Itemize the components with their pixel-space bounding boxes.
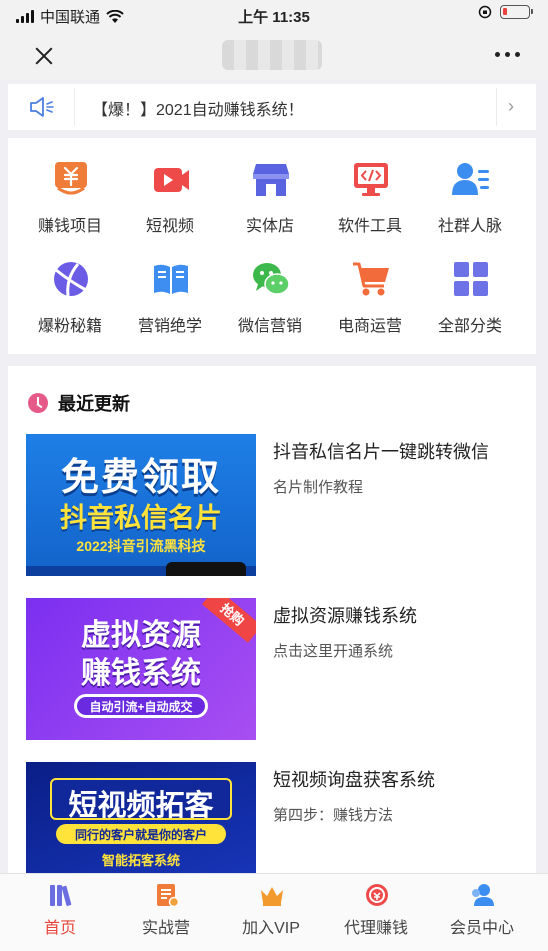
category-wechat-marketing[interactable]: 微信营销	[220, 248, 320, 340]
article-thumbnail: 短视频拓客 同行的客户就是你的客户 智能拓客系统	[26, 762, 256, 876]
article-thumbnail: 免费领取 抖音私信名片 2022抖音引流黑科技	[26, 434, 256, 576]
category-all[interactable]: 全部分类	[420, 248, 520, 340]
chevron-right-icon[interactable]: ›	[508, 96, 514, 117]
article-item[interactable]: 免费领取 抖音私信名片 2022抖音引流黑科技 抖音私信名片一键跳转微信 名片制…	[26, 434, 516, 576]
thumb-text: 抖音私信名片	[60, 503, 222, 533]
page-title-blurred	[222, 40, 322, 70]
book-icon	[154, 264, 188, 294]
category-label: 电商运营	[337, 318, 402, 335]
code-monitor-icon	[354, 163, 388, 196]
article-subtitle: 点击这里开通系统	[273, 643, 394, 660]
bottom-tab-bar: 首页 实战营 加入VIP 代理赚钱 会员中心	[0, 873, 548, 951]
article-thumbnail: 虚拟资源 赚钱系统 自动引流+自动成交 抢购	[26, 598, 256, 740]
battery-icon	[500, 5, 533, 19]
category-earn-money[interactable]: 赚钱项目	[20, 148, 120, 240]
category-physical-store[interactable]: 实体店	[220, 148, 320, 240]
tab-home[interactable]: 首页	[10, 874, 110, 946]
category-ecommerce[interactable]: 电商运营	[320, 248, 420, 340]
status-bar: 中国联通 上午 11:35	[0, 0, 548, 30]
thumb-text: 免费领取	[60, 457, 221, 499]
tab-label: 加入VIP	[242, 920, 300, 937]
wechat-icon	[253, 263, 290, 295]
article-title: 短视频询盘获客系统	[273, 770, 435, 790]
agent-coin-icon	[366, 884, 388, 906]
divider	[74, 88, 75, 126]
category-software-tools[interactable]: 软件工具	[320, 148, 420, 240]
more-options-button[interactable]	[495, 52, 520, 57]
contacts-icon	[452, 163, 489, 195]
recent-updates-section: 最近更新 免费领取 抖音私信名片 2022抖音引流黑科技 抖音私信名片一键跳转微…	[8, 366, 536, 886]
members-icon	[472, 884, 494, 906]
status-time: 上午 11:35	[238, 9, 310, 26]
notice-bar[interactable]: 【爆！】2021自动赚钱系统！ ›	[8, 84, 536, 130]
tab-label: 首页	[43, 920, 76, 937]
category-label: 实体店	[245, 218, 294, 235]
tab-bootcamp[interactable]: 实战营	[116, 874, 216, 946]
tab-member-center[interactable]: 会员中心	[432, 874, 532, 946]
money-bag-icon	[55, 162, 87, 195]
status-right	[478, 5, 533, 19]
category-label: 社群人脉	[437, 218, 502, 235]
section-title: 最近更新	[58, 394, 130, 414]
crown-icon	[261, 887, 283, 906]
category-grid: 赚钱项目 短视频 实体店 软件工具 社群人脉 爆粉秘籍 营销绝学 微信营销 电商…	[8, 138, 536, 354]
article-subtitle: 第四步：赚钱方法	[273, 807, 394, 824]
thumb-text: 智能拓客系统	[101, 853, 180, 868]
section-header: 最近更新	[28, 390, 130, 416]
category-label: 短视频	[145, 218, 194, 235]
video-camera-icon	[154, 168, 189, 192]
category-short-video[interactable]: 短视频	[120, 148, 220, 240]
orientation-lock-icon	[478, 5, 492, 19]
nav-bar	[0, 30, 548, 80]
tab-label: 实战营	[141, 920, 190, 937]
clock-icon	[28, 393, 48, 413]
category-label: 软件工具	[337, 218, 402, 235]
article-item[interactable]: 短视频拓客 同行的客户就是你的客户 智能拓客系统 短视频询盘获客系统 第四步：赚…	[26, 762, 516, 876]
planet-icon	[54, 262, 88, 297]
tab-label: 会员中心	[449, 920, 514, 937]
thumb-text: 赚钱系统	[81, 657, 201, 690]
article-item[interactable]: 虚拟资源 赚钱系统 自动引流+自动成交 抢购 虚拟资源赚钱系统 点击这里开通系统	[26, 598, 516, 740]
shopping-cart-icon	[353, 262, 389, 296]
article-title: 抖音私信名片一键跳转微信	[273, 442, 489, 462]
speaker-icon	[30, 97, 54, 117]
notice-text: 【爆！】2021自动赚钱系统！	[92, 102, 304, 119]
article-title: 虚拟资源赚钱系统	[273, 606, 417, 626]
books-icon	[50, 885, 72, 906]
category-community-network[interactable]: 社群人脉	[420, 148, 520, 240]
category-label: 微信营销	[237, 318, 302, 335]
grid-icon	[454, 262, 488, 296]
category-fan-secrets[interactable]: 爆粉秘籍	[20, 248, 120, 340]
thumb-text: 2022抖音引流黑科技	[76, 538, 206, 554]
tab-agent-earn[interactable]: 代理赚钱	[326, 874, 426, 946]
tab-join-vip[interactable]: 加入VIP	[221, 874, 321, 946]
thumb-text: 短视频拓客	[68, 790, 214, 822]
thumb-text: 自动引流+自动成交	[89, 700, 193, 714]
category-label: 营销绝学	[137, 318, 202, 335]
category-label: 全部分类	[437, 318, 502, 335]
category-marketing[interactable]: 营销绝学	[120, 248, 220, 340]
article-subtitle: 名片制作教程	[273, 479, 364, 496]
storefront-icon	[253, 164, 289, 196]
thumb-text: 同行的客户就是你的客户	[74, 828, 207, 842]
close-button[interactable]	[30, 42, 58, 70]
category-label: 赚钱项目	[37, 218, 102, 235]
category-label: 爆粉秘籍	[37, 318, 102, 335]
notebook-icon	[157, 884, 180, 908]
tab-label: 代理赚钱	[343, 920, 408, 937]
divider	[496, 88, 497, 126]
